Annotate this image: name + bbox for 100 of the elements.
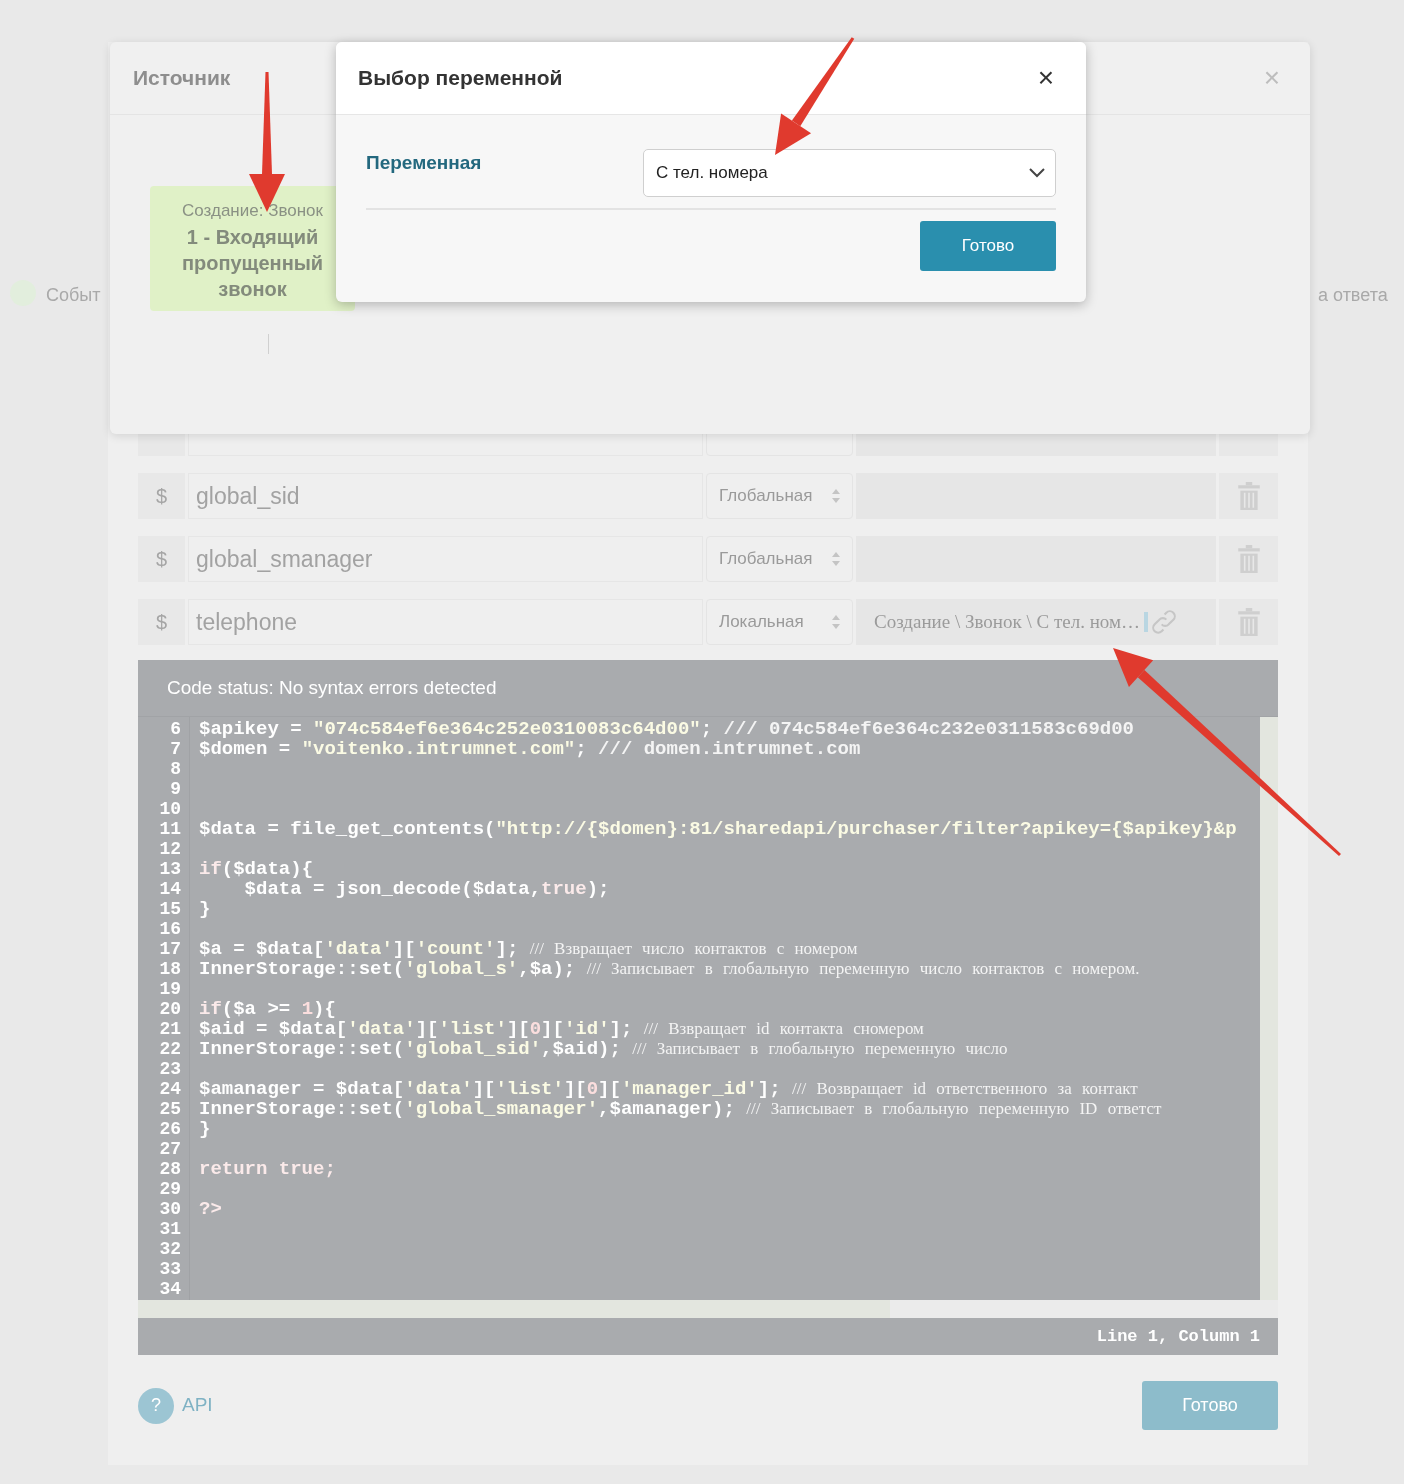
line-number: 18 — [158, 959, 182, 979]
chevron-down-icon — [1029, 168, 1045, 178]
code-token: 0 — [586, 1079, 599, 1099]
line-number: 17 — [158, 939, 182, 959]
code-token: 'global_smanager' — [404, 1099, 599, 1119]
updown-arrow-icon — [832, 552, 840, 566]
code-token: 'data' — [324, 939, 393, 959]
line-number: 32 — [158, 1239, 182, 1259]
code-token: if — [199, 999, 222, 1019]
line-number: 6 — [169, 719, 182, 739]
name-field[interactable]: telephone — [188, 599, 703, 645]
line-number: 7 — [169, 739, 182, 759]
line-number: 20 — [158, 999, 182, 1019]
code-token: 'list' — [438, 1019, 507, 1039]
line-number: 10 — [158, 799, 182, 819]
line-number: 33 — [158, 1259, 182, 1279]
updown-arrow-icon — [832, 615, 840, 629]
vertical-scrollbar[interactable] — [1260, 717, 1278, 1300]
code-token: $amanager = $data[ — [199, 1079, 405, 1099]
code-token: ($data){ — [221, 859, 314, 879]
code-token: $domen = — [199, 739, 292, 759]
scope-select[interactable]: Локальная — [706, 599, 853, 645]
variable-select[interactable]: С тел. номера — [643, 149, 1056, 197]
code-token: 'count' — [415, 939, 496, 959]
line-number: 21 — [158, 1019, 182, 1039]
code-token: 'id' — [563, 1019, 610, 1039]
done-button[interactable]: Готово — [920, 221, 1056, 271]
code-token: InnerStorage::set( — [199, 959, 405, 979]
code-token: } — [199, 1119, 211, 1139]
code-comment: /// Взвращает id контакта сномером — [643, 1019, 924, 1039]
code-comment: /// Возвращает id ответственного за контакт — [791, 1079, 1138, 1099]
delete-button[interactable] — [1219, 599, 1278, 645]
code-token: "voitenko.intrumnet.com" — [301, 739, 576, 759]
updown-arrow-icon — [832, 489, 840, 503]
trash-icon — [1237, 608, 1260, 636]
code-token: true — [541, 879, 587, 899]
code-comment: /// domen.intrumnet.com — [598, 739, 861, 759]
code-token: ){ — [313, 999, 336, 1019]
code-token: ?> — [199, 1199, 222, 1219]
delete-button[interactable] — [1219, 473, 1278, 519]
code-token: ); — [586, 879, 610, 899]
horizontal-scrollbar[interactable] — [138, 1300, 890, 1318]
name-field[interactable]: global_smanager — [188, 536, 703, 582]
line-number: 13 — [158, 859, 182, 879]
code-token: 1 — [301, 999, 314, 1019]
modal-title: Выбор переменной — [358, 65, 563, 92]
api-link[interactable]: API — [182, 1391, 213, 1420]
scope-select[interactable]: Глобальная — [706, 473, 853, 519]
step-label: Событ — [46, 284, 101, 307]
line-number: 27 — [158, 1139, 182, 1159]
currency-cell: $ — [138, 599, 185, 645]
code-token: 'list' — [495, 1079, 564, 1099]
code-token: $aid = $data[ — [199, 1019, 348, 1039]
close-button[interactable]: × — [1037, 64, 1054, 92]
line-number: 29 — [158, 1179, 182, 1199]
delete-button[interactable] — [1219, 536, 1278, 582]
line-number: 34 — [158, 1279, 182, 1299]
line-number: 19 — [158, 979, 182, 999]
scope-select[interactable]: Глобальная — [706, 536, 853, 582]
code-token: if — [199, 859, 222, 879]
line-number: 9 — [169, 779, 182, 799]
line-number: 25 — [158, 1099, 182, 1119]
code-token: $data = json_decode($data, — [243, 879, 542, 899]
code-token: ]; — [757, 1079, 782, 1099]
line-number: 12 — [158, 839, 182, 859]
code-token: ; — [575, 739, 588, 759]
close-button[interactable]: × — [1263, 64, 1280, 92]
cursor-position: Line 1, Column 1 — [1096, 1325, 1260, 1348]
code-token: } — [199, 899, 211, 919]
code-comment: /// Записывает в глобальную переменную число — [632, 1039, 1008, 1059]
currency-cell: $ — [138, 473, 185, 519]
code-token: ]; — [609, 1019, 634, 1039]
name-field[interactable]: global_sid — [188, 473, 703, 519]
line-number: 31 — [158, 1219, 182, 1239]
value-field[interactable]: Создание \ Звонок \ С тел. ном… — [856, 599, 1216, 645]
code-token: ]; — [495, 939, 520, 959]
code-token: ][ — [472, 1079, 496, 1099]
code-token: ($a >= — [221, 999, 292, 1019]
done-button[interactable]: Готово — [1142, 1381, 1278, 1430]
code-token: ][ — [541, 1019, 564, 1039]
code-token: $a = $data[ — [199, 939, 325, 959]
code-token: InnerStorage::set( — [199, 1039, 405, 1059]
code-token: 'manager_id' — [620, 1079, 758, 1099]
code-token: ,$a); — [518, 959, 577, 979]
trash-icon — [1237, 545, 1260, 573]
line-number: 11 — [158, 819, 182, 839]
modal-title: Источник — [133, 65, 231, 92]
card-caption: Создание: Звонок — [182, 200, 323, 222]
code-token: 'data' — [404, 1079, 473, 1099]
help-button[interactable]: ? — [138, 1387, 174, 1424]
code-token: 'global_s' — [404, 959, 519, 979]
line-number: 28 — [158, 1159, 182, 1179]
code-comment: /// Взвращает число контактов с номером — [529, 939, 858, 959]
code-comment: /// 074c584ef6e364c232e0311583c69d00 — [723, 719, 1134, 739]
code-token: "074c584ef6e364c252e0310083c64d00" — [313, 719, 701, 739]
cursor-mark — [1144, 612, 1148, 632]
source-card[interactable]: Создание: Звонок 1 - Входящий пропущенный звонок — [150, 186, 355, 311]
code-token: ,$aid); — [541, 1039, 622, 1059]
line-number: 30 — [158, 1199, 182, 1219]
line-number: 22 — [158, 1039, 182, 1059]
